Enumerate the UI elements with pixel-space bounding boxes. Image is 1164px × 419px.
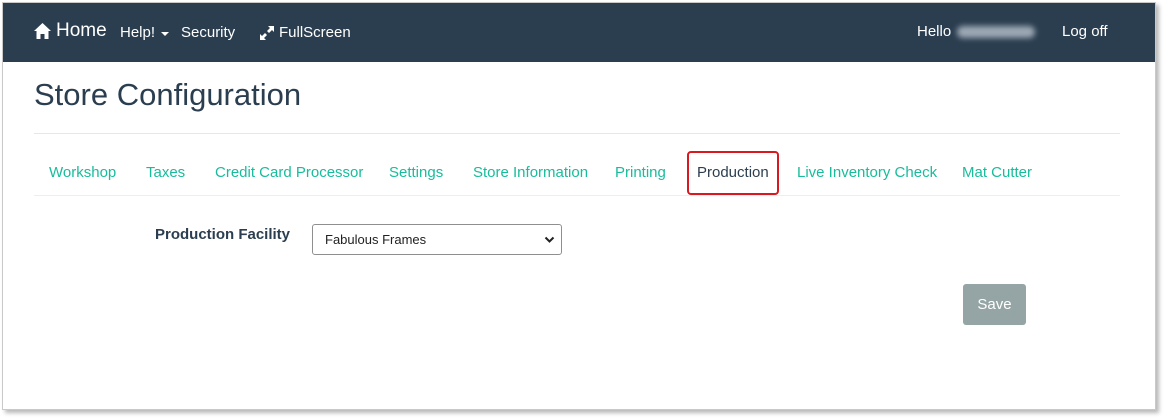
tab-production[interactable]: Production	[687, 151, 779, 195]
user-greeting: Hello	[917, 23, 1036, 40]
config-tabs: Workshop Taxes Credit Card Processor Set…	[34, 151, 1120, 196]
tab-taxes[interactable]: Taxes	[146, 151, 185, 195]
tab-credit-card-processor[interactable]: Credit Card Processor	[215, 151, 363, 195]
security-label: Security	[181, 24, 236, 41]
tab-mat-cutter[interactable]: Mat Cutter	[962, 151, 1032, 195]
security-link[interactable]: Security	[181, 24, 235, 41]
tab-printing[interactable]: Printing	[615, 151, 666, 195]
tab-workshop[interactable]: Workshop	[49, 151, 116, 195]
chevron-down-icon	[544, 236, 555, 243]
help-dropdown[interactable]: Help!	[120, 24, 170, 41]
tab-settings[interactable]: Settings	[389, 151, 443, 195]
tab-store-information[interactable]: Store Information	[473, 151, 588, 195]
home-label: Home	[56, 20, 107, 41]
caret-down-icon	[161, 31, 170, 36]
logoff-label: Log off	[1062, 23, 1108, 40]
production-facility-select[interactable]: Fabulous Frames	[312, 224, 562, 255]
production-facility-label: Production Facility	[155, 226, 291, 243]
home-link[interactable]: Home	[33, 20, 107, 42]
home-icon	[34, 23, 51, 39]
title-divider	[34, 133, 1120, 134]
hello-label: Hello	[917, 23, 952, 40]
fullscreen-label: FullScreen	[279, 24, 351, 41]
top-navbar: Home Help! Security FullScreen Hello Log…	[3, 3, 1155, 62]
production-facility-value: Fabulous Frames	[325, 232, 427, 247]
tab-live-inventory-check[interactable]: Live Inventory Check	[797, 151, 937, 195]
fullscreen-link[interactable]: FullScreen	[259, 24, 351, 41]
expand-arrows-icon	[260, 25, 274, 40]
page-title: Store Configuration	[34, 77, 302, 112]
save-button[interactable]: Save	[963, 284, 1026, 325]
logoff-link[interactable]: Log off	[1062, 23, 1108, 40]
help-label: Help!	[120, 24, 156, 41]
blurred-user-name	[957, 25, 1036, 38]
app-window: Home Help! Security FullScreen Hello Log…	[2, 2, 1156, 410]
